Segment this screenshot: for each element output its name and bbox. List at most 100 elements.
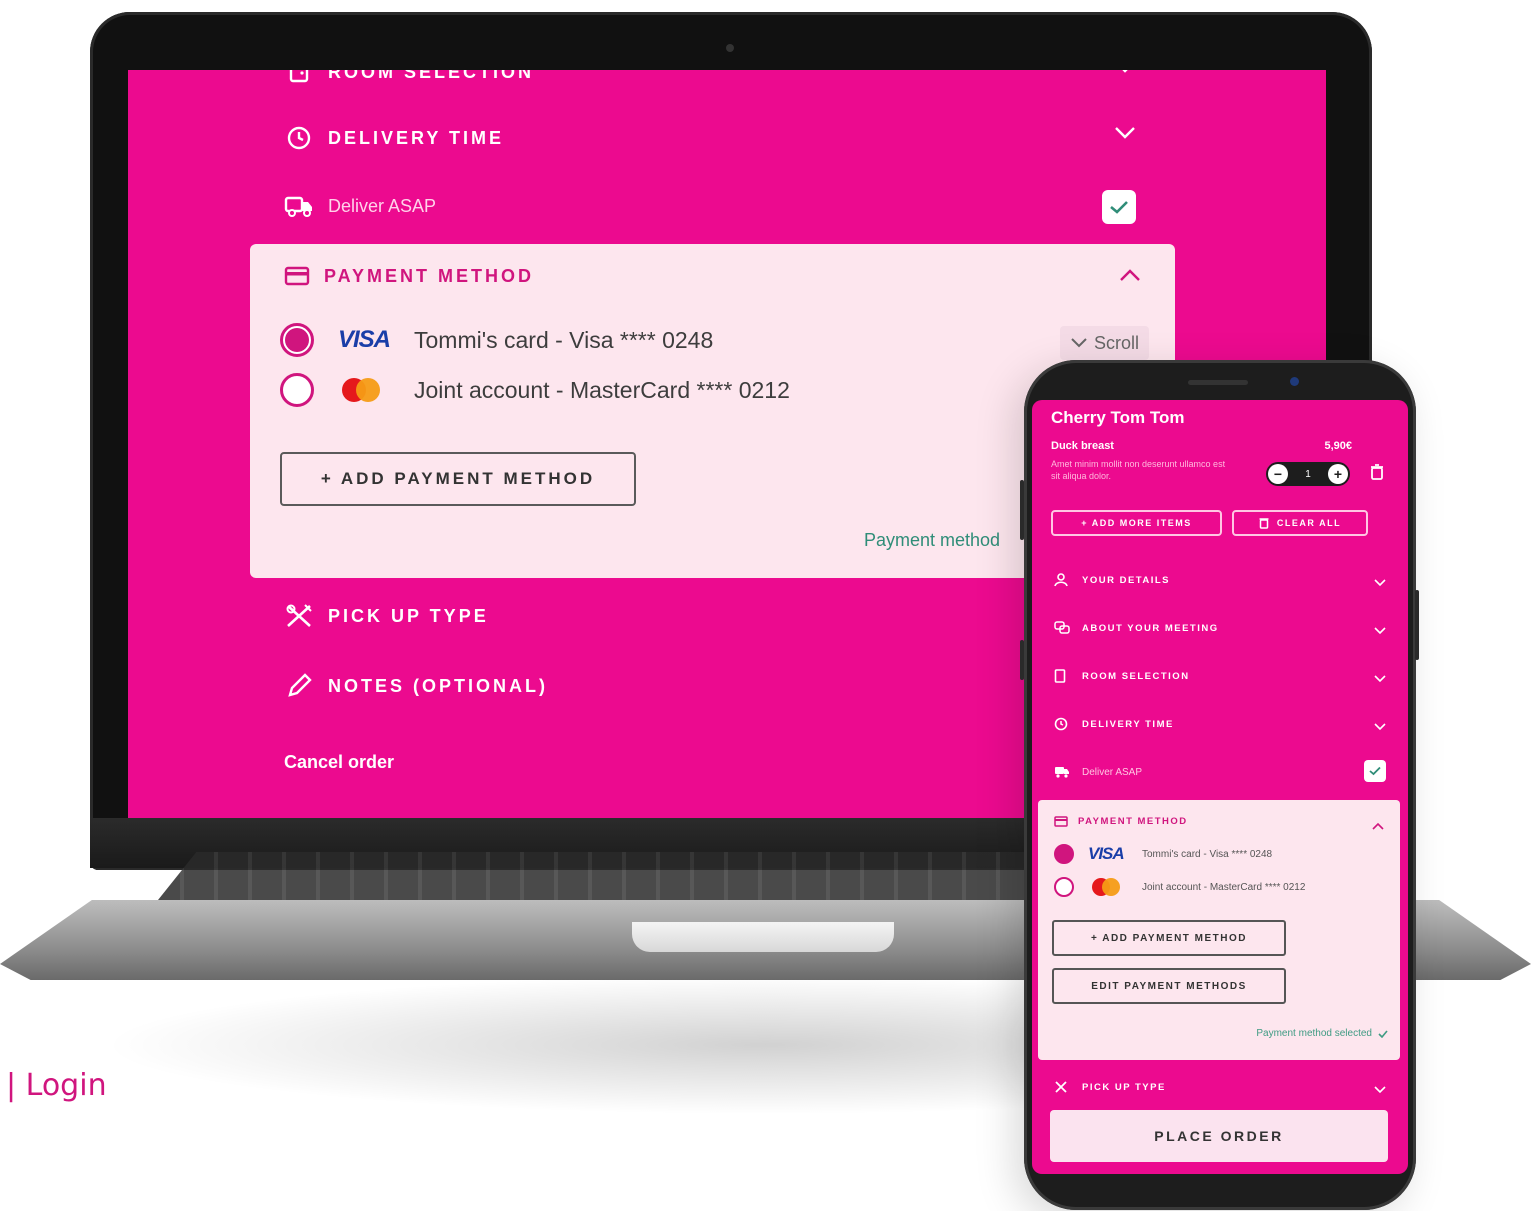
add-more-items-button[interactable]: + ADD MORE ITEMS xyxy=(1051,510,1222,536)
check-icon xyxy=(1369,766,1381,776)
section-pick-up-type[interactable]: PICK UP TYPE xyxy=(1054,1075,1386,1099)
mastercard-logo-icon xyxy=(338,378,392,402)
section-room-selection[interactable]: ROOM SELECTION xyxy=(1054,664,1386,688)
check-icon xyxy=(1110,201,1128,214)
clear-all-button[interactable]: CLEAR ALL xyxy=(1232,510,1368,536)
item-description: Amet minim mollit non deserunt ullamco e… xyxy=(1051,459,1226,481)
payment-selected-label: Payment method selected xyxy=(1256,1028,1372,1039)
section-room-selection[interactable]: ROOM SELECTION xyxy=(284,70,1136,92)
restaurant-name: Cherry Tom Tom xyxy=(1051,408,1185,427)
laptop-notch xyxy=(632,922,894,952)
card-label: Tommi's card - Visa **** 0248 xyxy=(414,326,714,353)
phone-power-button xyxy=(1415,590,1419,660)
person-icon xyxy=(1054,573,1072,587)
section-title: ABOUT YOUR MEETING xyxy=(1082,622,1219,634)
truck-icon xyxy=(1054,766,1072,778)
payment-option-mastercard[interactable]: Joint account - MasterCard **** 0212 xyxy=(280,370,790,410)
chevron-down-icon xyxy=(1114,126,1136,145)
section-your-details[interactable]: YOUR DETAILS xyxy=(1054,568,1386,592)
section-title: DELIVERY TIME xyxy=(328,127,505,148)
check-icon xyxy=(1378,1029,1388,1038)
phone-side-button xyxy=(1020,640,1024,680)
deliver-asap-checkbox[interactable] xyxy=(1364,760,1386,782)
clock-icon xyxy=(1054,717,1072,731)
section-title: PAYMENT METHOD xyxy=(324,265,535,286)
payment-option-visa[interactable]: VISA Tommi's card - Visa **** 0248 xyxy=(1054,842,1272,866)
credit-card-icon xyxy=(284,266,310,286)
deliver-asap-row[interactable]: Deliver ASAP xyxy=(1054,760,1386,784)
clock-icon xyxy=(284,123,314,153)
place-order-button[interactable]: PLACE ORDER xyxy=(1050,1110,1388,1162)
radio-unselected[interactable] xyxy=(1054,877,1074,897)
payment-selected-status: Payment method xyxy=(864,530,1001,550)
section-title: ROOM SELECTION xyxy=(1082,670,1190,682)
section-title: NOTES (OPTIONAL) xyxy=(328,675,548,696)
section-pick-up-type[interactable]: PICK UP TYPE xyxy=(284,596,1136,636)
deliver-asap-label: Deliver ASAP xyxy=(328,195,437,216)
card-label: Joint account - MasterCard **** 0212 xyxy=(1142,881,1306,893)
login-link[interactable]: | Login xyxy=(6,1068,107,1103)
edit-payment-methods-button[interactable]: EDIT PAYMENT METHODS xyxy=(1052,968,1286,1004)
cutlery-icon xyxy=(1054,1080,1072,1094)
increment-button[interactable]: + xyxy=(1328,464,1348,484)
pencil-icon xyxy=(284,671,314,701)
section-delivery-time[interactable]: DELIVERY TIME xyxy=(1054,712,1386,736)
payment-method-header[interactable]: PAYMENT METHOD xyxy=(1054,810,1384,832)
deliver-asap-checkbox[interactable] xyxy=(1102,190,1136,224)
payment-option-mastercard[interactable]: Joint account - MasterCard **** 0212 xyxy=(1054,875,1305,899)
credit-card-icon xyxy=(1054,815,1068,827)
section-about-meeting[interactable]: ABOUT YOUR MEETING xyxy=(1054,616,1386,640)
chevron-down-icon xyxy=(1114,70,1136,79)
phone-speaker xyxy=(1188,380,1248,385)
payment-selected-status: Payment method selected xyxy=(1256,1028,1388,1039)
trash-icon xyxy=(1259,518,1269,529)
payment-method-panel: PAYMENT METHOD VISA Tommi's card - Visa … xyxy=(1038,800,1400,1060)
section-title: YOUR DETAILS xyxy=(1082,574,1171,586)
trash-icon[interactable] xyxy=(1370,464,1384,485)
room-icon xyxy=(284,70,314,87)
phone-camera xyxy=(1290,377,1299,386)
laptop-camera xyxy=(726,44,734,52)
card-label: Tommi's card - Visa **** 0248 xyxy=(1142,848,1273,860)
section-delivery-time[interactable]: DELIVERY TIME xyxy=(284,118,1136,158)
payment-method-header[interactable]: PAYMENT METHOD xyxy=(284,258,1141,294)
section-title: DELIVERY TIME xyxy=(1082,718,1174,730)
visa-logo-icon: VISA xyxy=(338,326,391,353)
chevron-down-icon xyxy=(1374,574,1386,592)
section-title: ROOM SELECTION xyxy=(328,70,535,82)
decrement-button[interactable]: − xyxy=(1268,464,1288,484)
payment-option-visa[interactable]: VISA Tommi's card - Visa **** 0248 xyxy=(280,320,713,360)
truck-icon xyxy=(284,191,314,221)
item-name: Duck breast xyxy=(1051,440,1114,452)
add-payment-method-button[interactable]: + ADD PAYMENT METHOD xyxy=(1052,920,1286,956)
mastercard-logo-icon xyxy=(1088,878,1134,896)
chevron-down-icon xyxy=(1374,718,1386,736)
card-label: Joint account - MasterCard **** 0212 xyxy=(414,376,790,403)
chevron-up-icon xyxy=(1119,268,1141,287)
chevron-down-icon xyxy=(1374,1081,1386,1099)
chevron-up-icon xyxy=(1372,817,1384,835)
section-title: PAYMENT METHOD xyxy=(1078,815,1188,827)
cutlery-icon xyxy=(284,601,314,631)
quantity-value: 1 xyxy=(1305,468,1311,480)
deliver-asap-label: Deliver ASAP xyxy=(1082,766,1143,778)
quantity-stepper: − 1 + xyxy=(1266,462,1350,486)
section-notes[interactable]: NOTES (OPTIONAL) xyxy=(284,666,1136,706)
radio-selected[interactable] xyxy=(280,323,314,357)
visa-logo-icon: VISA xyxy=(1088,844,1125,863)
deliver-asap-row[interactable]: Deliver ASAP xyxy=(284,186,1136,226)
scroll-hint[interactable]: Scroll xyxy=(1059,326,1149,360)
add-payment-method-button[interactable]: + ADD PAYMENT METHOD xyxy=(280,452,636,506)
chevron-down-icon xyxy=(1374,622,1386,640)
phone-screen: Cherry Tom Tom Duck breast 5,90€ Amet mi… xyxy=(1032,400,1408,1174)
section-title: PICK UP TYPE xyxy=(328,605,489,626)
radio-unselected[interactable] xyxy=(280,373,314,407)
cancel-order-link[interactable]: Cancel order xyxy=(284,752,394,773)
radio-selected[interactable] xyxy=(1054,844,1074,864)
phone-volume-button xyxy=(1020,480,1024,540)
room-icon xyxy=(1054,669,1072,683)
chevron-down-icon xyxy=(1374,670,1386,688)
item-price: 5,90€ xyxy=(1324,440,1352,452)
clear-all-label: CLEAR ALL xyxy=(1276,518,1342,528)
chevron-down-icon xyxy=(1071,338,1087,348)
